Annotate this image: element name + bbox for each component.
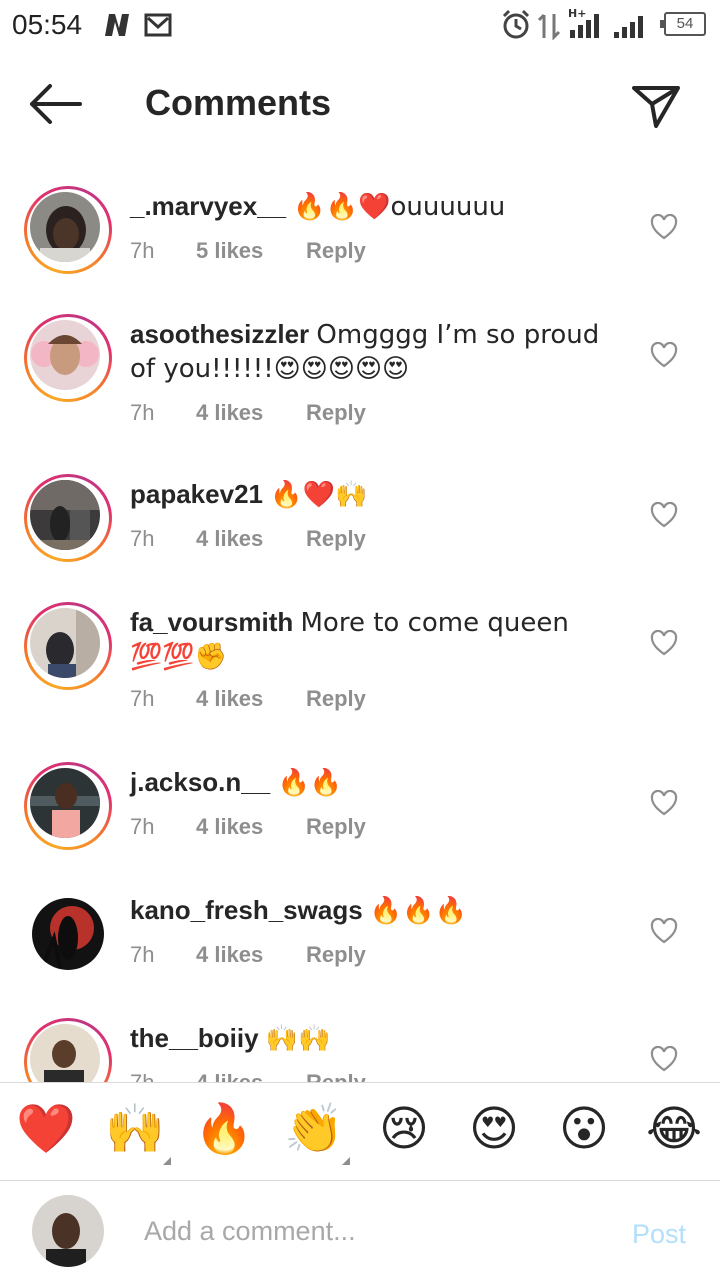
comment-username[interactable]: papakev21 bbox=[130, 479, 263, 509]
back-arrow-icon[interactable] bbox=[28, 82, 84, 126]
comment-username[interactable]: the__boiiy bbox=[130, 1023, 259, 1053]
like-heart-icon[interactable] bbox=[650, 630, 678, 656]
comment-time: 7h bbox=[130, 942, 155, 967]
comment-composer: Post bbox=[0, 1180, 720, 1280]
reaction-laughing-icon[interactable]: 😂 bbox=[642, 1097, 706, 1161]
like-heart-icon[interactable] bbox=[650, 342, 678, 368]
reaction-raising-hands-icon[interactable]: 🙌 bbox=[103, 1097, 167, 1161]
current-user-avatar bbox=[32, 1195, 104, 1267]
comment-likes[interactable]: 4 likes bbox=[196, 814, 263, 840]
alarm-icon bbox=[502, 9, 530, 39]
comment-username[interactable]: fa_voursmith bbox=[130, 607, 293, 637]
reaction-fire-icon[interactable]: 🔥 bbox=[192, 1097, 256, 1161]
battery-indicator: 54 bbox=[660, 12, 706, 36]
comment-likes[interactable]: 5 likes bbox=[196, 238, 263, 264]
reply-button[interactable]: Reply bbox=[306, 238, 366, 264]
comment-time: 7h bbox=[130, 238, 155, 263]
comment-username[interactable]: kano_fresh_swags bbox=[130, 895, 363, 925]
avatar-story-ring[interactable] bbox=[24, 1018, 112, 1082]
comment-likes[interactable]: 4 likes bbox=[196, 1070, 263, 1082]
data-transfer-icon bbox=[537, 13, 561, 40]
comment-text: j.ackso.n__ 🔥🔥 bbox=[130, 766, 630, 800]
comment-message: 🔥🔥🔥 bbox=[369, 896, 468, 926]
avatar-story-ring[interactable] bbox=[24, 762, 112, 850]
reply-button[interactable]: Reply bbox=[306, 1070, 366, 1082]
reaction-clapping-icon[interactable]: 👏 bbox=[282, 1097, 346, 1161]
like-heart-icon[interactable] bbox=[650, 790, 678, 816]
direct-send-icon[interactable] bbox=[630, 80, 682, 132]
reaction-crying-icon[interactable]: 😢 bbox=[372, 1097, 436, 1161]
comment-message: 🔥🔥❤️ouuuuuu bbox=[293, 192, 506, 222]
comment-time: 7h bbox=[130, 400, 155, 425]
avatar bbox=[30, 320, 100, 390]
comment-message: 🔥❤️🙌 bbox=[270, 480, 368, 510]
comment-username[interactable]: j.ackso.n__ bbox=[130, 767, 270, 797]
skin-tone-indicator-icon bbox=[342, 1157, 350, 1165]
avatar bbox=[30, 480, 100, 550]
comment-likes[interactable]: 4 likes bbox=[196, 686, 263, 712]
signal-hplus-icon: H+ bbox=[568, 7, 599, 38]
like-heart-icon[interactable] bbox=[650, 214, 678, 240]
avatar-story-ring[interactable] bbox=[24, 474, 112, 562]
avatar-story-ring[interactable] bbox=[24, 602, 112, 690]
comment-likes[interactable]: 4 likes bbox=[196, 942, 263, 968]
comment-text: fa_voursmith More to come queen 💯💯✊ bbox=[130, 606, 630, 674]
quick-reaction-bar: ❤️ 🙌 🔥 👏 😢 😍 😮 😂 bbox=[0, 1082, 720, 1180]
reply-button[interactable]: Reply bbox=[306, 942, 366, 968]
like-heart-icon[interactable] bbox=[650, 918, 678, 944]
reply-button[interactable]: Reply bbox=[306, 814, 366, 840]
comment-text: kano_fresh_swags 🔥🔥🔥 bbox=[130, 894, 630, 928]
header: Comments bbox=[0, 50, 720, 160]
comment-input[interactable] bbox=[144, 1211, 584, 1251]
status-time: 05:54 bbox=[12, 9, 83, 40]
like-heart-icon[interactable] bbox=[650, 502, 678, 528]
comment-username[interactable]: _.marvyex__ bbox=[130, 191, 286, 221]
avatar bbox=[30, 768, 100, 838]
avatar[interactable] bbox=[32, 898, 104, 970]
comment-time: 7h bbox=[130, 814, 155, 839]
comment-time: 7h bbox=[130, 1070, 154, 1082]
comment-item: the__boiiy 🙌🙌 7h 4 likes Reply bbox=[0, 1012, 720, 1082]
reaction-heart-eyes-icon[interactable]: 😍 bbox=[462, 1097, 526, 1161]
comment-username[interactable]: asoothesizzler bbox=[130, 319, 309, 349]
reply-button[interactable]: Reply bbox=[306, 686, 366, 712]
reaction-surprised-icon[interactable]: 😮 bbox=[552, 1097, 616, 1161]
avatar-story-ring[interactable] bbox=[24, 186, 112, 274]
avatar bbox=[30, 608, 100, 678]
svg-text:H+: H+ bbox=[568, 7, 586, 20]
avatar bbox=[30, 192, 100, 262]
reply-button[interactable]: Reply bbox=[306, 400, 366, 426]
comment-message: 🙌🙌 bbox=[265, 1024, 331, 1054]
comment-message: 🔥🔥 bbox=[277, 768, 343, 798]
comment-likes[interactable]: 4 likes bbox=[196, 526, 263, 552]
reaction-heart-icon[interactable]: ❤️ bbox=[14, 1097, 78, 1161]
status-bar: 05:54 H+ 54 bbox=[0, 0, 720, 50]
comment-likes[interactable]: 4 likes bbox=[196, 400, 263, 426]
comment-text: papakev21 🔥❤️🙌 bbox=[130, 478, 630, 512]
post-button[interactable]: Post bbox=[632, 1219, 686, 1250]
like-heart-icon[interactable] bbox=[650, 1046, 678, 1072]
comment-time: 7h bbox=[130, 526, 155, 551]
page-title: Comments bbox=[145, 82, 332, 123]
comment-text: asoothesizzler Omgggg I’m so proud of yo… bbox=[130, 318, 630, 386]
comment-time: 7h bbox=[130, 686, 155, 711]
skin-tone-indicator-icon bbox=[163, 1157, 171, 1165]
signal-icon bbox=[614, 16, 643, 38]
comment-text: the__boiiy 🙌🙌 bbox=[130, 1022, 630, 1056]
avatar-story-ring[interactable] bbox=[24, 314, 112, 402]
mail-notification-icon bbox=[144, 13, 172, 37]
netflix-notification-icon bbox=[105, 14, 129, 36]
reply-button[interactable]: Reply bbox=[306, 526, 366, 552]
comment-text: _.marvyex__ 🔥🔥❤️ouuuuuu bbox=[130, 190, 630, 224]
